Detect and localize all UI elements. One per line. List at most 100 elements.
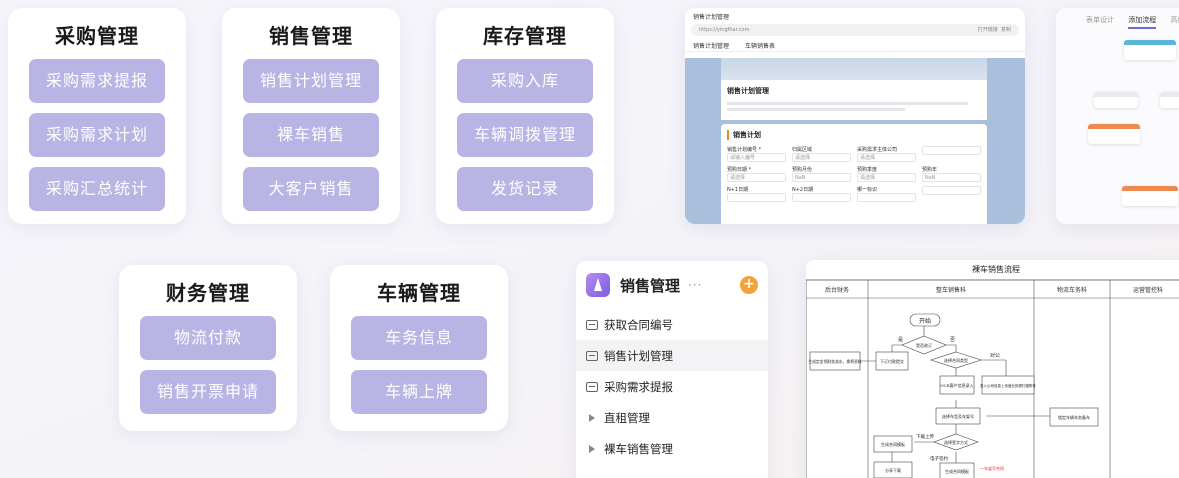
flow-edge-label: 下载上传: [916, 433, 934, 440]
form-field: 销售计划编号 * 请输入编号: [727, 146, 786, 162]
flow-edge-label: 对公: [990, 352, 1000, 359]
module-item-button[interactable]: 销售计划管理: [243, 59, 379, 103]
flow-designer-screenshot: 表单设计 添加流程 高级设置: [1056, 8, 1179, 224]
form-field-input[interactable]: NaN: [922, 173, 981, 182]
form-field-label: 预购年: [922, 167, 938, 173]
flow-tab[interactable]: 表单设计: [1086, 16, 1114, 24]
form-field-label: 归属区域: [792, 147, 813, 153]
open-link-button[interactable]: 打开链接: [978, 27, 998, 33]
module-item-button[interactable]: 采购入库: [457, 59, 593, 103]
form-field: 采购需求主体公司 请选择: [857, 146, 916, 162]
flow-process-label: 选择车型及车架号: [942, 413, 974, 419]
flow-process-label: 录入公司信息上传营业执照扫描附件: [980, 383, 1036, 388]
form-field-input[interactable]: [922, 146, 981, 155]
form-field: 预购季度 请选择: [857, 166, 916, 182]
module-item-button[interactable]: 车务信息: [351, 316, 487, 360]
flow-decision-label: 是否收订: [916, 342, 932, 348]
sidebar-header: 销售管理 ··· +: [576, 261, 768, 309]
copy-button[interactable]: 复制: [1001, 27, 1011, 33]
form-tab[interactable]: 销售计划管理: [693, 43, 729, 50]
flow-tab-active[interactable]: 添加流程: [1128, 16, 1157, 29]
form-fields-grid: 销售计划编号 * 请输入编号 归属区域 请选择 采购需求主体公司 请选择 预购日期 * 请选择…: [727, 146, 981, 202]
flow-process-label: 锁定车辆车务备车: [1058, 414, 1090, 420]
module-card-sales: 销售管理 销售计划管理 裸车销售 大客户销售: [222, 8, 400, 224]
form-field: 归属区域 请选择: [792, 146, 851, 162]
flow-node[interactable]: [1088, 124, 1140, 144]
flow-node[interactable]: [1124, 40, 1176, 60]
module-card-finance: 财务管理 物流付款 销售开票申请: [119, 265, 297, 431]
module-item-button[interactable]: 大客户销售: [243, 167, 379, 211]
flow-edge-label: 电子签约: [930, 455, 948, 462]
sidebar-item-sales-plan[interactable]: 销售计划管理: [576, 340, 768, 371]
flow-node[interactable]: [1122, 186, 1178, 206]
flowchart-screenshot: 裸车销售流程 后台财务 整车销售科 物流车务科 运营管控科 开始 是否收订 是: [806, 260, 1179, 478]
form-field-input[interactable]: 请选择: [792, 153, 851, 162]
form-field: [922, 186, 981, 202]
module-card-purchase: 采购管理 采购需求提报 采购需求计划 采购汇总统计: [8, 8, 186, 224]
sidebar-item-label: 采购需求提报: [604, 379, 673, 394]
flow-node[interactable]: [1094, 92, 1138, 108]
module-item-button[interactable]: 车辆调拨管理: [457, 113, 593, 157]
form-field-label: 预购季度: [857, 167, 878, 173]
sidebar-item-label: 销售计划管理: [604, 348, 673, 363]
module-item-button[interactable]: 物流付款: [140, 316, 276, 360]
module-item-button[interactable]: 采购需求计划: [29, 113, 165, 157]
module-item-button[interactable]: 采购汇总统计: [29, 167, 165, 211]
form-field-input[interactable]: [922, 186, 981, 195]
form-field-label: 预购日期 *: [727, 167, 752, 173]
flow-process-label: OCR客户信息录入: [940, 382, 973, 388]
module-item-button[interactable]: 采购需求提报: [29, 59, 165, 103]
form-field-input[interactable]: 请输入编号: [727, 153, 786, 162]
module-item-button[interactable]: 发货记录: [457, 167, 593, 211]
module-item-button[interactable]: 裸车销售: [243, 113, 379, 157]
module-title: 采购管理: [55, 24, 139, 48]
form-banner: [721, 58, 987, 80]
page-icon: [586, 381, 598, 392]
form-field-label: 预购月份: [792, 167, 813, 173]
module-item-button[interactable]: 车辆上牌: [351, 370, 487, 414]
form-field-input[interactable]: [792, 193, 851, 202]
flow-edge-label: 否: [950, 337, 955, 343]
form-field-label: N+1日期: [727, 187, 749, 193]
form-url-bar[interactable]: https://yingfhar.com 打开链接 复制: [691, 24, 1019, 36]
sidebar-item-label: 裸车销售管理: [604, 441, 673, 456]
module-item-button[interactable]: 销售开票申请: [140, 370, 276, 414]
form-tabs: 销售计划管理 车辆销售表: [685, 38, 1025, 52]
flow-node[interactable]: [1160, 92, 1179, 108]
sidebar-group-bare-car[interactable]: 裸车销售管理: [576, 433, 768, 464]
text-line: [727, 102, 969, 105]
form-field-input[interactable]: [857, 193, 916, 202]
flow-tab[interactable]: 高级设置: [1170, 16, 1179, 24]
lane-label: 整车销售科: [936, 286, 966, 294]
flow-process-label: 下订付款提交: [880, 358, 904, 364]
sidebar-item-label: 直租管理: [604, 410, 650, 425]
form-field: N+2日期: [792, 186, 851, 202]
flowchart-title: 裸车销售流程: [972, 264, 1020, 274]
form-field-input[interactable]: [727, 193, 786, 202]
form-field-input[interactable]: 请选择: [857, 153, 916, 162]
flowchart-svg: 裸车销售流程 后台财务 整车销售科 物流车务科 运营管控科 开始 是否收订 是: [806, 264, 1179, 478]
flow-process-label: 生成合同模板: [881, 441, 905, 447]
add-button[interactable]: +: [740, 276, 758, 294]
flow-start-label: 开始: [919, 317, 931, 325]
flow-decision-label: 选择签字方式: [944, 439, 968, 445]
lane-label: 后台财务: [825, 286, 849, 294]
sidebar-item-contract-no[interactable]: 获取合同编号: [576, 309, 768, 340]
form-field-input[interactable]: 请选择: [727, 173, 786, 182]
form-tab[interactable]: 车辆销售表: [745, 43, 775, 50]
form-field: 哪一标识: [857, 186, 916, 202]
form-field-input[interactable]: 请选择: [857, 173, 916, 182]
sidebar-item-purchase-request[interactable]: 采购需求提报: [576, 371, 768, 402]
form-window-title: 销售计划管理: [693, 14, 730, 21]
module-title: 车辆管理: [377, 281, 461, 305]
module-card-inventory: 库存管理 采购入库 车辆调拨管理 发货记录: [436, 8, 614, 224]
form-body: 销售计划管理 销售计划 销售计划编号 * 请输入编号 归属区域 请选择 采购需求主体公司…: [685, 58, 1025, 224]
more-icon[interactable]: ···: [688, 278, 702, 292]
form-field: 预购月份 NaN: [792, 166, 851, 182]
form-field-input[interactable]: NaN: [792, 173, 851, 182]
module-card-vehicle: 车辆管理 车务信息 车辆上牌: [330, 265, 508, 431]
sidebar-group-lease[interactable]: 直租管理: [576, 402, 768, 433]
form-intro-panel: 销售计划管理: [721, 80, 987, 120]
sidebar-title: 销售管理: [620, 276, 681, 295]
lane-label: 物流车务科: [1057, 286, 1087, 294]
